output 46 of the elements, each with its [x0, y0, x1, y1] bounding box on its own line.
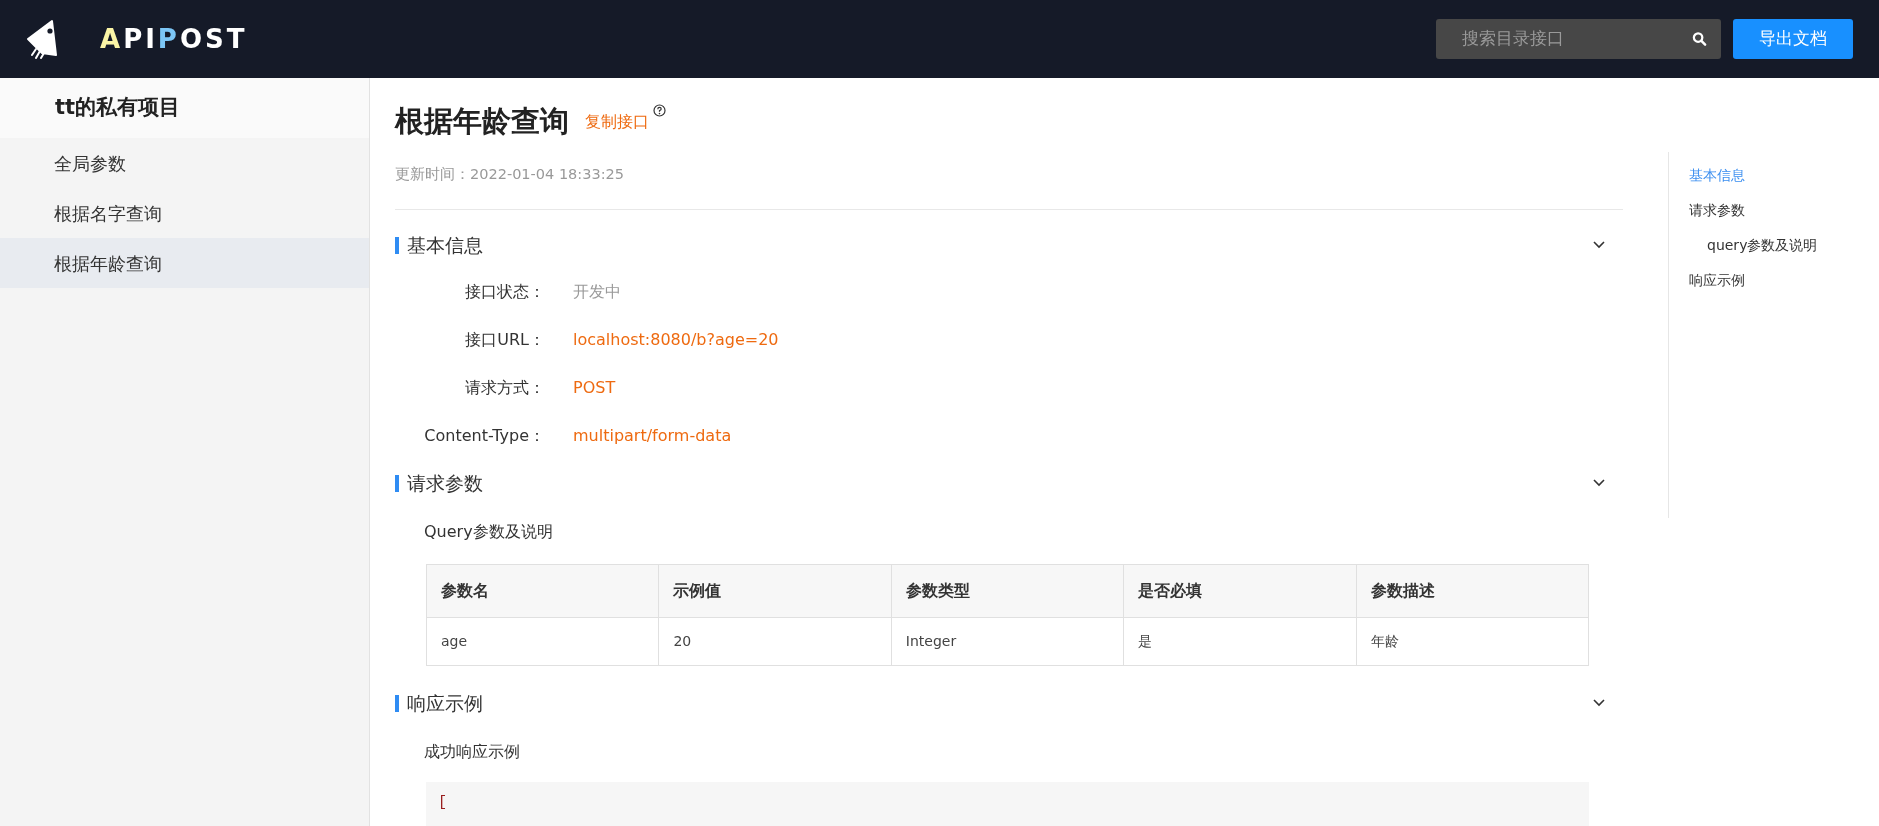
toc-link[interactable]: 基本信息	[1689, 158, 1818, 193]
subsection-title: Query参数及说明	[423, 521, 554, 544]
toc-link[interactable]: 响应示例	[1689, 263, 1818, 298]
code-text: [	[438, 794, 447, 812]
field-value: localhost:8080/b?age=20	[573, 329, 779, 352]
column-header: 参数类型	[891, 564, 1124, 618]
field-value: POST	[573, 377, 616, 400]
section-title: 请求参数	[407, 471, 483, 496]
search-icon[interactable]	[1692, 31, 1707, 47]
subsection-title: 成功响应示例	[423, 741, 521, 764]
project-title: tt的私有项目	[55, 94, 181, 122]
table-cell: age	[426, 617, 659, 666]
field-label: 接口状态：	[464, 281, 545, 304]
toc-link[interactable]: 请求参数	[1689, 193, 1818, 228]
section-marker	[395, 236, 399, 254]
table-cell: 是	[1123, 617, 1357, 666]
table-cell: 年龄	[1356, 617, 1589, 666]
logo-letters: A	[100, 23, 124, 54]
field-label: Content-Type：	[423, 425, 545, 448]
update-time: 更新时间：2022-01-04 18:33:25	[395, 164, 625, 184]
toc-link[interactable]: query参数及说明	[1689, 228, 1818, 263]
section-title: 响应示例	[407, 691, 483, 716]
field-value: 开发中	[573, 281, 621, 304]
help-icon[interactable]	[653, 104, 666, 117]
column-header: 参数名	[426, 564, 659, 618]
page-title: 根据年龄查询	[395, 103, 569, 140]
table-cell: 20	[658, 617, 892, 666]
column-header: 是否必填	[1123, 564, 1357, 618]
rocket-logo-icon	[26, 19, 60, 59]
field-label: 请求方式：	[464, 377, 545, 400]
table-cell: Integer	[891, 617, 1124, 666]
sidebar-item[interactable]: 根据年龄查询	[0, 238, 369, 288]
field-value: multipart/form-data	[573, 425, 732, 448]
logo-letters: PI	[123, 23, 158, 54]
section-marker	[395, 474, 399, 492]
section-marker	[395, 694, 399, 712]
field-label: 接口URL：	[464, 329, 545, 352]
column-header: 参数描述	[1356, 564, 1589, 618]
sidebar-item[interactable]: 根据名字查询	[0, 188, 369, 238]
section-title: 基本信息	[407, 233, 483, 258]
logo-letters: P	[157, 23, 180, 54]
search-field[interactable]: 搜索目录接口	[1460, 25, 1692, 53]
sidebar-item[interactable]: 全局参数	[0, 138, 369, 188]
column-header: 示例值	[658, 564, 892, 618]
search-box[interactable]: 搜索目录接口	[1436, 19, 1721, 59]
logo-letters: OST	[179, 23, 248, 54]
